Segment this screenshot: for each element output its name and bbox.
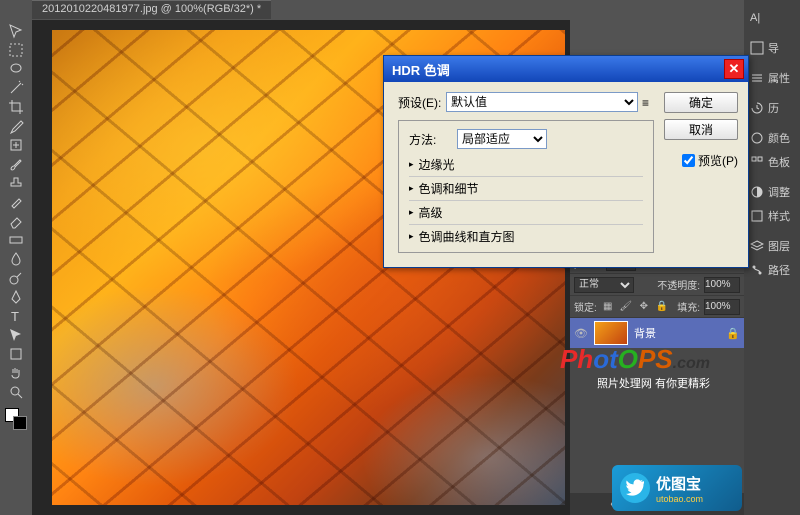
history-panel-tab[interactable]: 历 xyxy=(744,96,800,120)
crop-tool-icon[interactable] xyxy=(5,98,27,116)
section-curve-histogram[interactable]: 色调曲线和直方图 xyxy=(409,225,643,248)
type-tool-icon[interactable]: T xyxy=(5,307,27,325)
tools-palette: T xyxy=(0,20,32,515)
lock-label: 锁定: xyxy=(574,299,597,314)
zoom-tool-icon[interactable] xyxy=(5,383,27,401)
styles-panel-tab[interactable]: 样式 xyxy=(744,204,800,228)
eyedropper-tool-icon[interactable] xyxy=(5,117,27,135)
adjust-panel-tab[interactable]: 调整 xyxy=(744,180,800,204)
blend-mode-select[interactable]: 正常 xyxy=(574,277,634,293)
method-select[interactable]: 局部适应 xyxy=(457,129,547,149)
heal-tool-icon[interactable] xyxy=(5,136,27,154)
shape-tool-icon[interactable] xyxy=(5,345,27,363)
method-label: 方法: xyxy=(409,131,453,148)
color-swatch[interactable] xyxy=(5,408,27,430)
wand-tool-icon[interactable] xyxy=(5,79,27,97)
opacity-label: 不透明度: xyxy=(657,277,700,292)
lock-trans-icon[interactable]: ▦ xyxy=(601,300,615,314)
preset-select[interactable]: 默认值 xyxy=(446,92,638,112)
marquee-tool-icon[interactable] xyxy=(5,41,27,59)
fill-label: 填充: xyxy=(677,299,700,314)
preview-checkbox[interactable]: 预览(P) xyxy=(682,152,738,169)
ok-button[interactable]: 确定 xyxy=(664,92,738,113)
preset-menu-icon[interactable]: ≡ xyxy=(642,96,654,108)
section-edge-glow[interactable]: 边缘光 xyxy=(409,153,643,177)
dialog-title: HDR 色调 xyxy=(392,60,450,79)
document-tab[interactable]: 2012010220481977.jpg @ 100%(RGB/32*) * xyxy=(32,0,271,19)
opacity-input[interactable] xyxy=(704,277,740,293)
props-panel-tab[interactable]: 属性 xyxy=(744,66,800,90)
lock-all-icon[interactable]: 🔒 xyxy=(655,300,669,314)
blur-tool-icon[interactable] xyxy=(5,250,27,268)
swatches-panel-tab[interactable]: 色板 xyxy=(744,150,800,174)
watermark-photops: PhotOPS.com xyxy=(560,344,710,375)
dodge-tool-icon[interactable] xyxy=(5,269,27,287)
bird-icon xyxy=(620,473,650,503)
layer-name: 背景 xyxy=(634,325,656,341)
eraser-tool-icon[interactable] xyxy=(5,212,27,230)
hand-tool-icon[interactable] xyxy=(5,364,27,382)
lock-icon: 🔒 xyxy=(726,326,740,340)
nav-panel-tab[interactable]: 导 xyxy=(744,36,800,60)
path-tool-icon[interactable] xyxy=(5,326,27,344)
right-panel-dock: A| 导 属性 历 颜色 色板 调整 样式 图层 路径 xyxy=(744,0,800,515)
gradient-tool-icon[interactable] xyxy=(5,231,27,249)
section-advanced[interactable]: 高级 xyxy=(409,201,643,225)
lock-pos-icon[interactable]: ✥ xyxy=(637,300,651,314)
move-tool-icon[interactable] xyxy=(5,22,27,40)
char-panel-tab[interactable]: A| xyxy=(744,6,800,30)
layers-panel-tab[interactable]: 图层 xyxy=(744,234,800,258)
hdr-dialog: HDR 色调 ✕ 预设(E): 默认值 ≡ 方法: 局部适应 边缘光 色调和细节… xyxy=(383,55,749,268)
brush-tool-icon[interactable] xyxy=(5,155,27,173)
fill-input[interactable] xyxy=(704,299,740,315)
history-brush-icon[interactable] xyxy=(5,193,27,211)
pen-tool-icon[interactable] xyxy=(5,288,27,306)
svg-text:T: T xyxy=(11,309,19,324)
cancel-button[interactable]: 取消 xyxy=(664,119,738,140)
lock-pixel-icon[interactable]: 🖌 xyxy=(619,300,633,314)
dialog-titlebar[interactable]: HDR 色调 ✕ xyxy=(384,56,748,82)
color-panel-tab[interactable]: 颜色 xyxy=(744,126,800,150)
preview-check-input[interactable] xyxy=(682,154,695,167)
layer-thumbnail[interactable] xyxy=(594,321,628,345)
section-tone-detail[interactable]: 色调和细节 xyxy=(409,177,643,201)
stamp-tool-icon[interactable] xyxy=(5,174,27,192)
lasso-tool-icon[interactable] xyxy=(5,60,27,78)
watermark-photops-sub: 照片处理网 有你更精彩 xyxy=(597,375,710,391)
visibility-icon[interactable]: 👁 xyxy=(574,326,588,340)
watermark-utobao: 优图宝utobao.com xyxy=(612,465,742,511)
paths-panel-tab[interactable]: 路径 xyxy=(744,258,800,282)
close-icon[interactable]: ✕ xyxy=(724,59,744,79)
preset-label: 预设(E): xyxy=(398,94,442,111)
